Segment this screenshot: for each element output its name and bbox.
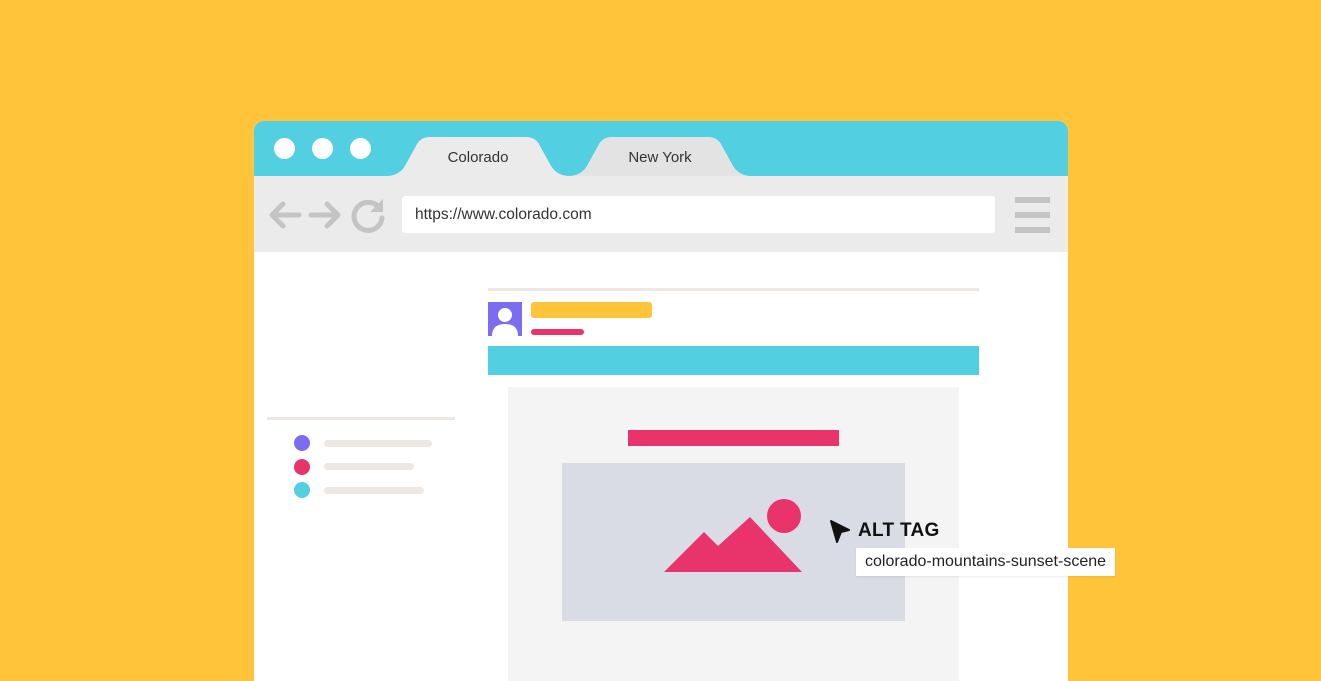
- tab-colorado[interactable]: Colorado: [386, 137, 570, 176]
- heading-placeholder: [628, 430, 839, 446]
- sidebar-line: [324, 487, 424, 494]
- page-content: [254, 252, 1068, 681]
- banner-bar: [488, 346, 979, 375]
- divider: [488, 288, 979, 291]
- toolbar: https://www.colorado.com: [254, 176, 1068, 252]
- arrow-cursor-icon: [830, 520, 850, 543]
- tab-new-york[interactable]: New York: [568, 137, 752, 176]
- sidebar-dot-pink: [294, 459, 310, 475]
- sidebar-dot-cyan: [294, 482, 310, 498]
- sidebar-dot-purple: [294, 435, 310, 451]
- url-text: https://www.colorado.com: [415, 206, 592, 223]
- title-placeholder: [531, 302, 652, 318]
- window-close-dot[interactable]: [274, 138, 295, 159]
- hamburger-menu-icon[interactable]: [1015, 197, 1050, 233]
- reload-icon[interactable]: [348, 196, 388, 236]
- url-bar[interactable]: https://www.colorado.com: [402, 196, 995, 233]
- alt-tag-label: ALT TAG: [858, 520, 940, 541]
- sidebar-line: [324, 463, 414, 470]
- forward-arrow-icon[interactable]: [308, 200, 342, 230]
- sidebar-line: [324, 440, 432, 447]
- sidebar-divider: [267, 417, 455, 420]
- window-minimize-dot[interactable]: [312, 138, 333, 159]
- mountain-sunset-image-icon: [664, 499, 802, 572]
- window-maximize-dot[interactable]: [350, 138, 371, 159]
- tab-label: New York: [628, 149, 692, 166]
- browser-window: New York Colorado https://www.colorado.c…: [254, 121, 1068, 681]
- subtitle-placeholder: [531, 329, 584, 335]
- avatar-icon: [488, 302, 522, 336]
- alt-text-tooltip: colorado-mountains-sunset-scene: [856, 548, 1116, 576]
- back-arrow-icon[interactable]: [268, 200, 302, 230]
- title-bar: New York Colorado: [254, 121, 1068, 176]
- image-placeholder: [562, 463, 905, 621]
- tab-label: Colorado: [447, 149, 509, 166]
